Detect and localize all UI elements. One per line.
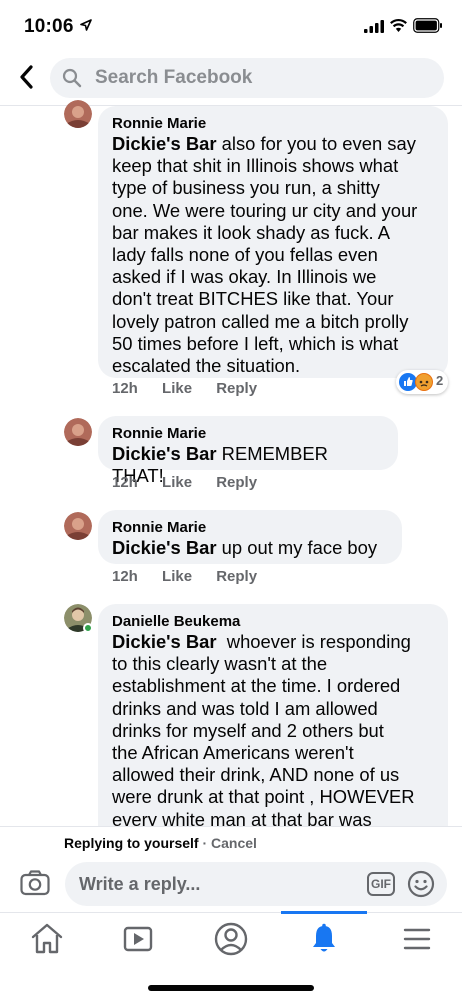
comment-time: 12h bbox=[112, 380, 138, 397]
back-arrow-icon[interactable] bbox=[16, 64, 38, 90]
mention-tag[interactable]: Dickie's Bar bbox=[112, 443, 217, 464]
online-status-dot bbox=[83, 623, 93, 633]
cellular-signal-icon bbox=[364, 20, 384, 33]
comment-time: 12h bbox=[112, 474, 138, 491]
like-button[interactable]: Like bbox=[162, 380, 192, 397]
location-arrow-icon bbox=[80, 19, 92, 31]
reaction-summary[interactable]: 2 bbox=[396, 370, 448, 394]
replying-label: Replying to yourself · Cancel bbox=[64, 835, 257, 851]
home-tab-icon[interactable] bbox=[27, 921, 67, 957]
comment-author[interactable]: Ronnie Marie bbox=[112, 424, 384, 443]
gif-button[interactable]: GIF bbox=[367, 872, 395, 896]
comment-bubble[interactable]: Ronnie Marie Dickie's Bar REMEMBER THAT! bbox=[98, 416, 398, 486]
cancel-reply-button[interactable]: Cancel bbox=[211, 835, 257, 851]
reaction-count: 2 bbox=[436, 373, 444, 388]
mention-tag[interactable]: Dickie's Bar bbox=[112, 133, 217, 154]
comment-text: Dickie's Bar also for you to even say ke… bbox=[112, 133, 418, 377]
reply-button[interactable]: Reply bbox=[216, 474, 257, 491]
comment-bubble[interactable]: Danielle Beukema Dickie's Bar whoever is… bbox=[98, 604, 448, 844]
comment-meta: 12h Like Reply bbox=[112, 474, 277, 491]
status-time: 10:06 bbox=[24, 16, 74, 37]
reply-button[interactable]: Reply bbox=[216, 380, 257, 397]
search-header: Search Facebook bbox=[0, 52, 462, 106]
comment-text: Dickie's Bar up out my face boy bbox=[112, 537, 378, 558]
search-icon bbox=[62, 68, 82, 88]
comment-text: Dickie's Bar whoever is responding to th… bbox=[112, 631, 415, 830]
home-indicator[interactable] bbox=[148, 985, 314, 991]
angry-reaction-icon bbox=[415, 373, 433, 391]
reply-composer: Write a reply... GIF bbox=[0, 860, 462, 910]
profile-tab-icon[interactable] bbox=[211, 921, 251, 957]
bottom-tab-bar bbox=[0, 911, 462, 1000]
comment-bubble[interactable]: Ronnie Marie Dickie's Bar up out my face… bbox=[98, 510, 402, 564]
comment-author[interactable]: Ronnie Marie bbox=[112, 114, 434, 133]
emoji-icon[interactable] bbox=[407, 870, 435, 898]
reply-input[interactable]: Write a reply... GIF bbox=[65, 862, 447, 906]
notifications-bell-icon[interactable] bbox=[304, 921, 344, 957]
like-button[interactable]: Like bbox=[162, 568, 192, 585]
camera-icon[interactable] bbox=[20, 870, 50, 896]
mention-tag[interactable]: Dickie's Bar bbox=[112, 537, 217, 558]
watch-tab-icon[interactable] bbox=[118, 921, 158, 957]
comment-time: 12h bbox=[112, 568, 138, 585]
mention-tag[interactable]: Dickie's Bar bbox=[112, 631, 217, 652]
status-bar: 10:06 bbox=[0, 0, 462, 52]
comment-author[interactable]: Ronnie Marie bbox=[112, 518, 388, 537]
comment-meta: 12h Like Reply bbox=[112, 568, 277, 585]
reply-placeholder: Write a reply... bbox=[79, 874, 201, 894]
comment-bubble[interactable]: Ronnie Marie Dickie's Bar also for you t… bbox=[98, 106, 448, 378]
avatar[interactable] bbox=[64, 100, 92, 128]
menu-hamburger-icon[interactable] bbox=[397, 921, 437, 957]
avatar[interactable] bbox=[64, 512, 92, 540]
reply-button[interactable]: Reply bbox=[216, 568, 257, 585]
like-button[interactable]: Like bbox=[162, 474, 192, 491]
active-tab-indicator bbox=[281, 911, 367, 914]
comment-author[interactable]: Danielle Beukema bbox=[112, 612, 434, 631]
avatar[interactable] bbox=[64, 418, 92, 446]
replying-banner: Replying to yourself · Cancel bbox=[0, 826, 462, 860]
wifi-icon bbox=[390, 19, 407, 32]
battery-icon bbox=[413, 18, 442, 33]
search-placeholder: Search Facebook bbox=[95, 67, 253, 88]
comment-meta: 12h Like Reply bbox=[112, 380, 277, 397]
search-input[interactable]: Search Facebook bbox=[50, 58, 444, 98]
